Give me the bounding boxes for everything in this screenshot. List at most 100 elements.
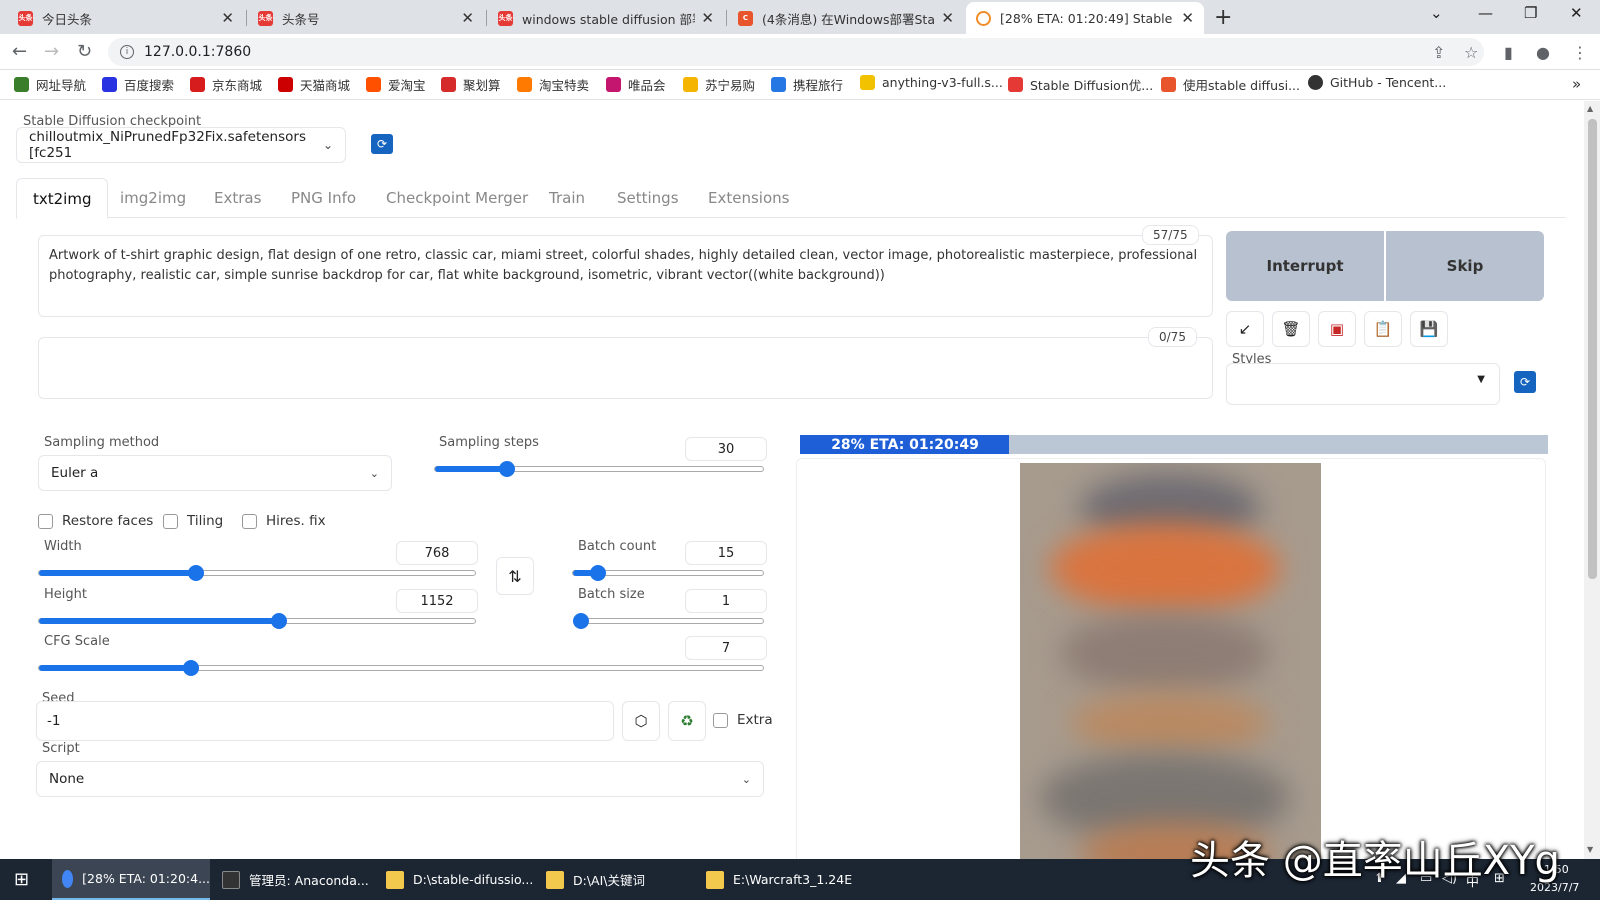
site-info-icon[interactable]: i	[120, 45, 134, 59]
width-slider[interactable]	[38, 565, 476, 581]
checkbox-box[interactable]	[713, 712, 728, 728]
bookmark-item[interactable]: 爱淘宝	[366, 75, 426, 94]
generation-preview-image[interactable]	[1020, 463, 1321, 859]
refresh-styles-icon[interactable]: ⟳	[1514, 371, 1536, 393]
bookmark-item[interactable]: 苏宁易购	[683, 75, 755, 94]
close-tab-icon[interactable]: ✕	[221, 9, 234, 27]
save-icon[interactable]: 💾	[1410, 311, 1448, 347]
arrow-icon[interactable]: ↙	[1226, 311, 1264, 347]
back-icon[interactable]: ←	[12, 41, 27, 62]
cfg-scale-input[interactable]: 7	[685, 636, 767, 660]
new-tab-icon[interactable]: +	[1214, 5, 1232, 30]
close-tab-icon[interactable]: ✕	[461, 9, 474, 27]
slider-handle[interactable]	[499, 461, 516, 477]
bookmark-item[interactable]: 京东商城	[190, 75, 262, 94]
cfg-scale-slider[interactable]	[38, 660, 764, 676]
taskbar-item[interactable]: D:\AI\关键词	[536, 859, 694, 900]
close-tab-icon[interactable]: ✕	[701, 9, 714, 27]
page-scrollbar[interactable]: ▲ ▼	[1584, 101, 1600, 859]
tab-checkpoint-merger[interactable]: Checkpoint Merger	[386, 178, 528, 218]
bookmark-item[interactable]: 网址导航	[14, 75, 86, 94]
trash-icon[interactable]: 🗑	[1272, 311, 1310, 347]
close-tab-icon[interactable]: ✕	[941, 9, 954, 27]
dice-icon[interactable]: ⬡	[622, 701, 660, 741]
tab-train[interactable]: Train	[549, 178, 585, 218]
restore-icon[interactable]: ❐	[1524, 4, 1537, 22]
script-select[interactable]: None ⌄	[36, 761, 764, 797]
clipboard-icon[interactable]: 📋	[1364, 311, 1402, 347]
slider-handle[interactable]	[187, 565, 204, 581]
bookmark-item[interactable]: 使用stable diffusi...	[1161, 75, 1300, 94]
address-bar[interactable]: i 127.0.0.1:7860	[108, 38, 1484, 66]
batch-count-slider[interactable]	[572, 565, 764, 581]
bookmark-item[interactable]: GitHub - Tencent...	[1308, 75, 1446, 90]
checkbox-box[interactable]	[38, 513, 53, 529]
windows-start-icon[interactable]: ⊞	[14, 859, 29, 900]
bookmark-item[interactable]: 淘宝特卖	[517, 75, 589, 94]
tab-extras[interactable]: Extras	[214, 178, 261, 218]
more-bookmarks-icon[interactable]: »	[1572, 75, 1581, 93]
bookmark-item[interactable]: 天猫商城	[278, 75, 350, 94]
scrollbar-thumb[interactable]	[1588, 119, 1597, 579]
bookmark-item[interactable]: 聚划算	[441, 75, 501, 94]
slider-handle[interactable]	[270, 613, 287, 629]
batch-size-slider[interactable]	[573, 613, 764, 629]
sampling-steps-input[interactable]: 30	[685, 437, 767, 461]
taskbar-item[interactable]: D:\stable-difussio...	[376, 859, 534, 900]
reload-icon[interactable]: ↻	[77, 41, 92, 62]
seed-input[interactable]: -1	[36, 701, 614, 741]
close-window-icon[interactable]: ✕	[1570, 4, 1583, 22]
tab-img2img[interactable]: img2img	[120, 178, 186, 218]
forward-icon[interactable]: →	[44, 41, 59, 62]
batch-size-input[interactable]: 1	[685, 589, 767, 613]
tab-png-info[interactable]: PNG Info	[291, 178, 356, 218]
card-icon[interactable]: ▣	[1318, 311, 1356, 347]
tab-search-icon[interactable]: ⌄	[1430, 4, 1443, 22]
tab-extensions[interactable]: Extensions	[708, 178, 789, 218]
taskbar-item[interactable]: 管理员: Anaconda...	[212, 859, 370, 900]
interrupt-button[interactable]: Interrupt	[1226, 231, 1384, 301]
browser-tab[interactable]: 头条 头条号 ✕	[248, 2, 484, 34]
menu-icon[interactable]: ⋮	[1572, 43, 1588, 62]
recycle-icon[interactable]: ♻	[668, 701, 706, 741]
restore-faces-checkbox[interactable]: Restore faces	[38, 513, 153, 529]
hires-fix-checkbox[interactable]: Hires. fix	[242, 513, 326, 529]
prompt-input[interactable]: Artwork of t-shirt graphic design, flat …	[38, 235, 1213, 317]
bookmark-item[interactable]: Stable Diffusion优...	[1008, 75, 1153, 94]
bookmark-star-icon[interactable]: ☆	[1464, 43, 1478, 62]
swap-dimensions-icon[interactable]: ⇅	[496, 557, 534, 595]
browser-tab[interactable]: 头条 windows stable diffusion 部署 ✕	[488, 2, 724, 34]
sampling-method-select[interactable]: Euler a ⌄	[38, 455, 392, 491]
tab-txt2img[interactable]: txt2img	[16, 178, 109, 219]
side-panel-icon[interactable]: ▮	[1504, 43, 1513, 62]
checkbox-box[interactable]	[242, 513, 257, 529]
browser-tab-active[interactable]: [28% ETA: 01:20:49] Stable Diff ✕	[966, 2, 1204, 34]
checkbox-box[interactable]	[163, 513, 178, 529]
tiling-checkbox[interactable]: Tiling	[163, 513, 223, 529]
sampling-steps-slider[interactable]	[434, 461, 764, 477]
scroll-down-icon[interactable]: ▼	[1587, 845, 1593, 854]
slider-handle[interactable]	[573, 613, 589, 629]
slider-handle[interactable]	[589, 565, 606, 581]
minimize-icon[interactable]: —	[1478, 4, 1493, 22]
close-tab-icon[interactable]: ✕	[1181, 9, 1194, 27]
bookmark-item[interactable]: 唯品会	[606, 75, 666, 94]
styles-select[interactable]: ▼	[1226, 363, 1500, 405]
browser-tab[interactable]: 头条 今日头条 ✕	[8, 2, 244, 34]
scroll-up-icon[interactable]: ▲	[1587, 104, 1593, 113]
refresh-checkpoint-icon[interactable]: ⟳	[371, 134, 393, 154]
tab-settings[interactable]: Settings	[617, 178, 679, 218]
bookmark-item[interactable]: anything-v3-full.s...	[860, 75, 1003, 90]
slider-handle[interactable]	[183, 660, 200, 676]
height-slider[interactable]	[38, 613, 476, 629]
width-input[interactable]: 768	[396, 541, 478, 565]
bookmark-item[interactable]: 百度搜索	[102, 75, 174, 94]
batch-count-input[interactable]: 15	[685, 541, 767, 565]
skip-button[interactable]: Skip	[1386, 231, 1544, 301]
browser-tab[interactable]: C (4条消息) 在Windows部署Stabl ✕	[728, 2, 964, 34]
checkpoint-select[interactable]: chilloutmix_NiPrunedFp32Fix.safetensors …	[16, 127, 346, 163]
share-icon[interactable]: ⇪	[1432, 43, 1445, 62]
extra-seed-checkbox[interactable]: Extra	[713, 712, 773, 728]
height-input[interactable]: 1152	[396, 589, 478, 613]
taskbar-item[interactable]: E:\Warcraft3_1.24E	[696, 859, 854, 900]
